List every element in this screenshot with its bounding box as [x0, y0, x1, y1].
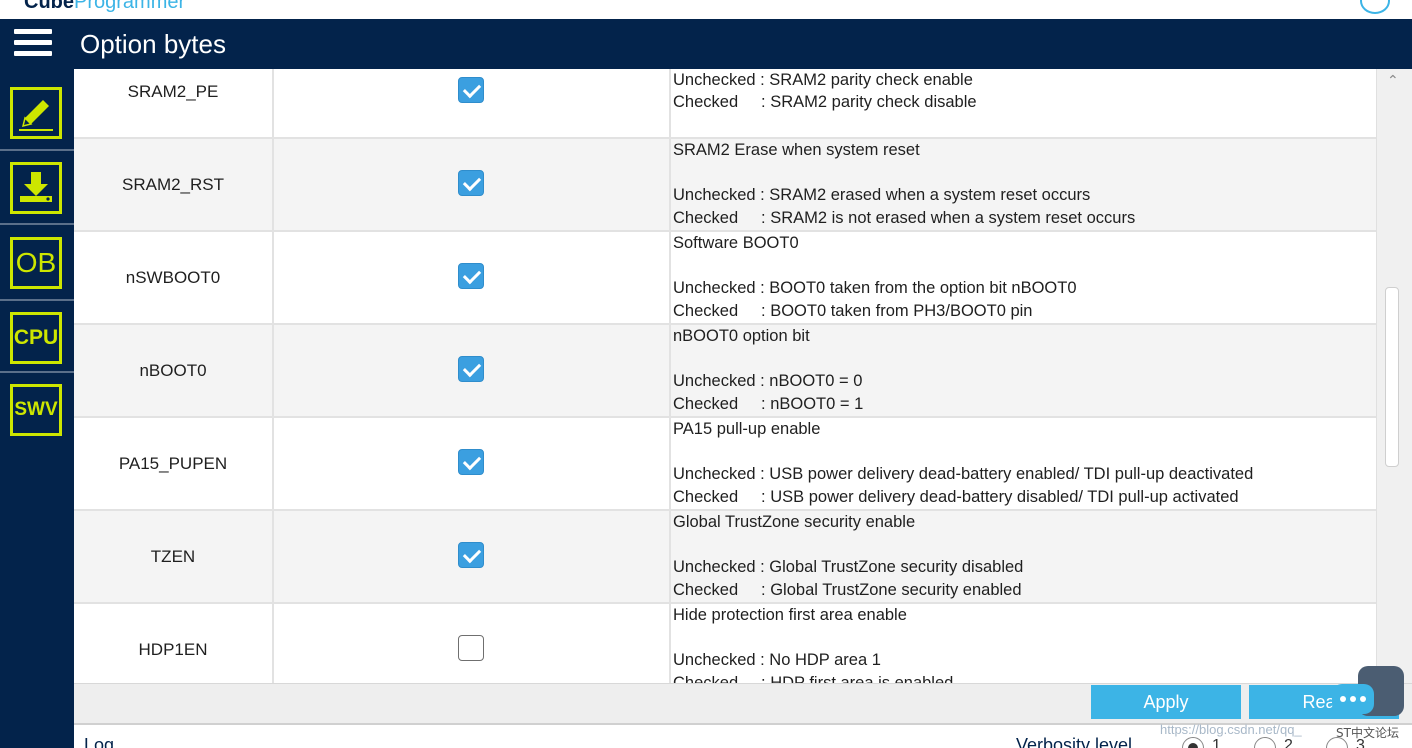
scroll-thumb[interactable]: [1385, 287, 1399, 467]
cpu-icon: CPU: [13, 326, 59, 349]
description-line: Unchecked : USB power delivery dead-batt…: [673, 465, 1254, 483]
description-line: [673, 441, 1373, 464]
page-title: Option bytes: [80, 29, 226, 59]
description-line: Unchecked : SRAM2 parity check enable: [673, 70, 973, 89]
description-line: Unchecked : nBOOT0 = 0: [673, 372, 863, 390]
description-line: SRAM2 Erase when system reset: [673, 141, 920, 159]
description-line: [673, 255, 1373, 278]
sidebar-item-erasing-programming[interactable]: [10, 162, 62, 214]
apply-button[interactable]: Apply: [1091, 685, 1241, 719]
menu-icon[interactable]: [14, 29, 52, 59]
chat-icon[interactable]: [1332, 684, 1374, 714]
description-line: Checked : BOOT0 taken from PH3/BOOT0 pin: [673, 301, 1033, 320]
description-line: [673, 627, 1373, 650]
app-brand: CubeProgrammer: [24, 0, 186, 13]
description-line: Checked : nBOOT0 = 1: [673, 394, 864, 413]
page-header: Option bytes: [0, 19, 1412, 69]
option-byte-checkbox[interactable]: [458, 356, 484, 382]
st-logo-icon: [1360, 0, 1390, 14]
description-line: Checked : USB power delivery dead-batter…: [673, 487, 1239, 506]
option-byte-name: SRAM2_RST: [74, 139, 274, 230]
verbosity-radio-label: 2: [1284, 737, 1293, 748]
option-byte-description: Hide protection first area enable Uncheck…: [673, 604, 1373, 683]
verbosity-radio-2[interactable]: [1254, 737, 1276, 748]
option-byte-row: SRAM2_RST SRAM2 Erase when system reset Un…: [74, 139, 1376, 232]
sidebar-divider: [0, 371, 74, 373]
option-byte-name: HDP1EN: [74, 604, 274, 683]
option-byte-name: TZEN: [74, 511, 274, 602]
option-byte-name: nBOOT0: [74, 325, 274, 416]
download-icon: [20, 172, 52, 202]
sidebar-item-ob[interactable]: OB: [10, 237, 62, 289]
sidebar-item-swv[interactable]: SWV: [10, 384, 62, 436]
watermark-url: https://blog.csdn.net/qq_: [1160, 722, 1302, 737]
option-byte-name: PA15_PUPEN: [74, 418, 274, 509]
swv-icon: SWV: [14, 399, 58, 420]
option-byte-description: PA15 pull-up enable Unchecked : USB power…: [673, 418, 1373, 509]
option-byte-checkbox[interactable]: [458, 263, 484, 289]
sidebar-divider: [0, 223, 74, 225]
option-byte-description: Unchecked : SRAM2 parity check enable Che…: [673, 69, 1373, 137]
sidebar-divider: [0, 149, 74, 151]
option-byte-checkbox[interactable]: [458, 170, 484, 196]
option-byte-value-cell: [274, 511, 671, 602]
option-byte-description: Global TrustZone security enable Unchecke…: [673, 511, 1373, 602]
sidebar-divider: [0, 299, 74, 301]
verbosity-radio-label: 1: [1212, 737, 1221, 748]
ob-icon: OB: [15, 247, 57, 278]
option-byte-row: HDP1EN Hide protection first area enable U…: [74, 604, 1376, 683]
description-line: Unchecked : BOOT0 taken from the option …: [673, 279, 1077, 297]
verbosity-label: Verbosity level: [1016, 735, 1133, 748]
option-bytes-table: SRAM2_PE Unchecked : SRAM2 parity check e…: [74, 69, 1412, 683]
description-line: nBOOT0 option bit: [673, 327, 810, 345]
watermark-brand: ST中文论坛: [1336, 726, 1399, 740]
description-line: [673, 162, 1373, 185]
action-bar: Apply Read: [74, 683, 1412, 723]
option-byte-description: nBOOT0 option bit Unchecked : nBOOT0 = 0 C…: [673, 325, 1373, 416]
option-byte-row: nSWBOOT0 Software BOOT0 Unchecked : BOOT0 …: [74, 232, 1376, 325]
option-byte-checkbox[interactable]: [458, 635, 484, 661]
description-line: Hide protection first area enable: [673, 606, 907, 624]
description-line: [673, 534, 1373, 557]
option-byte-value-cell: [274, 139, 671, 230]
title-bar: CubeProgrammer: [0, 0, 1412, 19]
sidebar-item-memory-editing[interactable]: [10, 87, 62, 139]
description-line: Global TrustZone security enable: [673, 513, 916, 531]
option-byte-value-cell: [274, 232, 671, 323]
option-byte-value-cell: [274, 418, 671, 509]
option-byte-description: SRAM2 Erase when system reset Unchecked :…: [673, 139, 1373, 230]
option-byte-name: nSWBOOT0: [74, 232, 274, 323]
vertical-scrollbar[interactable]: ⌃: [1376, 69, 1412, 683]
option-byte-value-cell: [274, 69, 671, 137]
sidebar: OB CPU SWV: [0, 69, 74, 748]
description-line: PA15 pull-up enable: [673, 420, 821, 438]
option-byte-description: Software BOOT0 Unchecked : BOOT0 taken fr…: [673, 232, 1373, 323]
option-byte-checkbox[interactable]: [458, 449, 484, 475]
option-byte-value-cell: [274, 604, 671, 683]
description-line: Checked : SRAM2 is not erased when a sys…: [673, 208, 1136, 227]
option-byte-row: PA15_PUPEN PA15 pull-up enable Unchecked :…: [74, 418, 1376, 511]
description-line: Unchecked : Global TrustZone security di…: [673, 558, 1024, 576]
description-line: Checked : SRAM2 parity check disable: [673, 93, 977, 111]
scroll-up-icon[interactable]: ⌃: [1387, 73, 1399, 89]
verbosity-radio-1[interactable]: [1182, 737, 1204, 748]
description-line: Checked : Global TrustZone security enab…: [673, 580, 1022, 599]
edit-icon: [19, 100, 53, 131]
log-label: Log: [84, 735, 115, 748]
description-line: Unchecked : SRAM2 erased when a system r…: [673, 186, 1091, 204]
description-line: Checked : HDP first area is enabled: [673, 673, 954, 684]
description-line: [673, 348, 1373, 371]
sidebar-item-cpu[interactable]: CPU: [10, 312, 62, 364]
option-byte-row: SRAM2_PE Unchecked : SRAM2 parity check e…: [74, 69, 1376, 139]
option-byte-value-cell: [274, 325, 671, 416]
option-byte-checkbox[interactable]: [458, 542, 484, 568]
description-line: Software BOOT0: [673, 234, 799, 252]
option-byte-checkbox[interactable]: [458, 77, 484, 103]
option-byte-row: TZEN Global TrustZone security enable Unch…: [74, 511, 1376, 604]
option-byte-name: SRAM2_PE: [74, 69, 274, 137]
description-line: Unchecked : No HDP area 1: [673, 651, 881, 669]
option-byte-row: nBOOT0 nBOOT0 option bit Unchecked : nBOOT…: [74, 325, 1376, 418]
